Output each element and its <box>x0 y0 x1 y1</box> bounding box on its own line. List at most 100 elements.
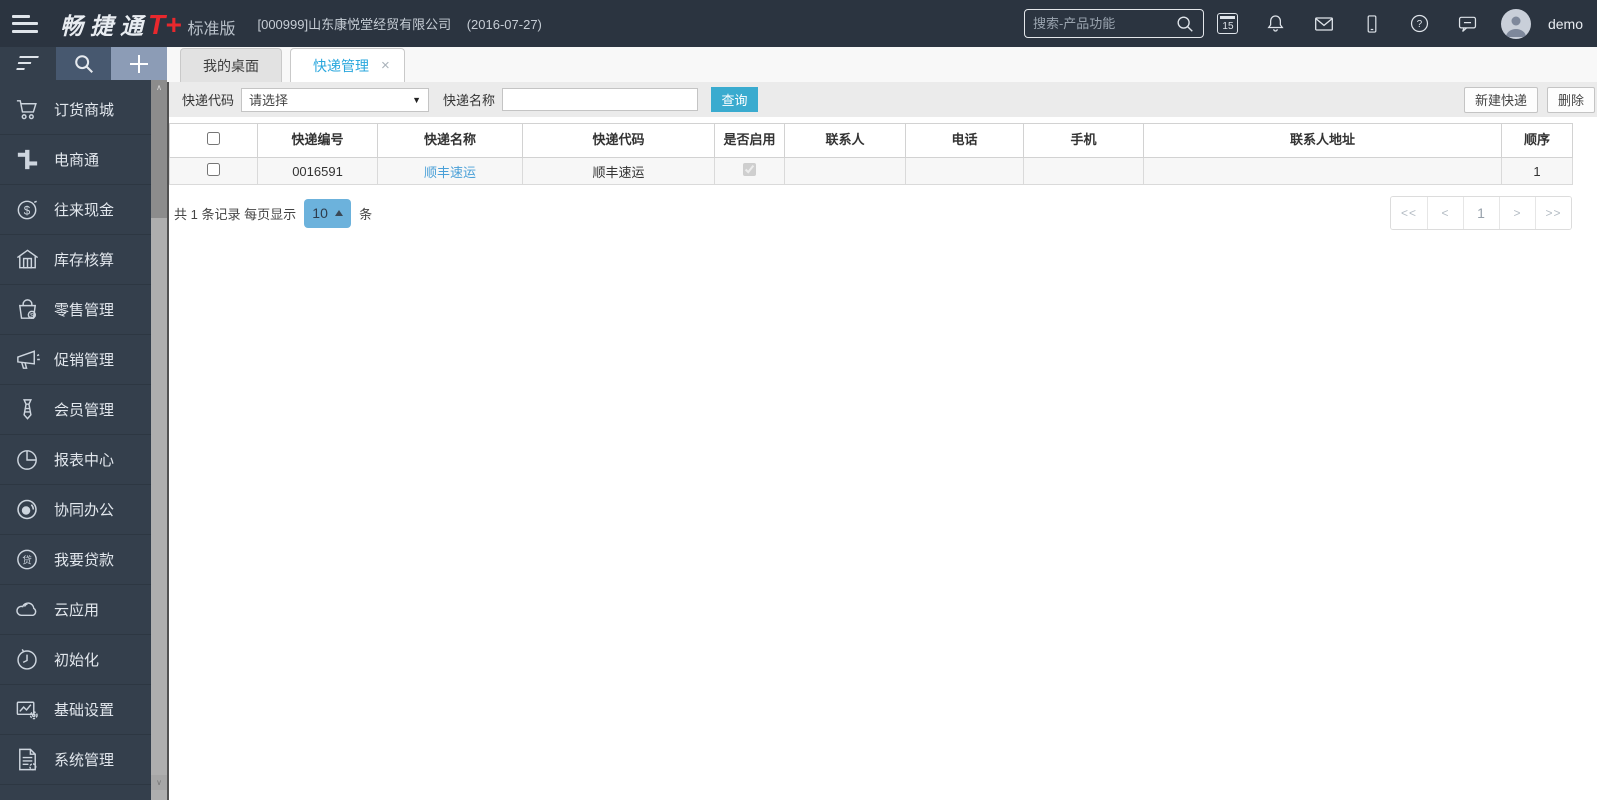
svg-text:$: $ <box>30 312 34 319</box>
sidebar-item-ecommerce[interactable]: 电商通 <box>0 135 151 185</box>
init-icon <box>12 646 42 674</box>
new-express-button[interactable]: 新建快递 <box>1463 86 1538 113</box>
delete-button[interactable]: 删除 <box>1546 86 1595 113</box>
row-select-cell <box>169 157 258 185</box>
page-size-select[interactable]: 10 <box>304 198 352 228</box>
retail-icon: $ <box>12 296 42 324</box>
feedback-icon[interactable] <box>1444 12 1492 35</box>
col-express-code: 快递代码 <box>522 123 715 158</box>
user-avatar[interactable] <box>1492 8 1540 39</box>
sidebar-scrollbar[interactable]: ∧ ∨ <box>151 80 167 800</box>
top-bar: 畅捷通 T+ 标准版 [000999]山东康悦堂经贸有限公司 (2016-07-… <box>0 0 1597 47</box>
top-icon-group: 15 ? <box>1204 8 1540 39</box>
enabled-checkbox <box>743 163 756 176</box>
cash-icon: $ <box>12 196 42 224</box>
search-icon[interactable] <box>1175 14 1195 34</box>
express-table: 快递编号 快递名称 快递代码 是否启用 联系人 电话 手机 联系人地址 顺序 0… <box>169 123 1573 185</box>
next-page-button[interactable]: > <box>1499 197 1535 229</box>
col-phone: 电话 <box>905 123 1024 158</box>
username-label[interactable]: demo <box>1548 16 1583 32</box>
sidebar: 订货商城 电商通 $ 往来现金 库存核算 $ 零售管理 促销管理 会员管理 报表… <box>0 47 168 800</box>
select-all-cell <box>169 123 258 158</box>
cloud-icon <box>12 596 42 624</box>
sidebar-item-collaboration[interactable]: 协同办公 <box>0 485 151 535</box>
sidebar-item-inventory[interactable]: 库存核算 <box>0 235 151 285</box>
sidebar-item-order-mall[interactable]: 订货商城 <box>0 85 151 135</box>
cell-phone <box>905 157 1024 185</box>
calendar-icon[interactable]: 15 <box>1204 13 1252 34</box>
sidebar-item-label: 报表中心 <box>54 452 115 469</box>
promotion-icon <box>12 346 42 374</box>
page-size-value: 10 <box>312 205 328 221</box>
sidebar-item-report[interactable]: 报表中心 <box>0 435 151 485</box>
search-input[interactable] <box>1032 16 1175 31</box>
sidebar-item-member[interactable]: 会员管理 <box>0 385 151 435</box>
scroll-up-icon[interactable]: ∧ <box>151 80 167 95</box>
col-contact: 联系人 <box>784 123 906 158</box>
tab-close-icon[interactable]: × <box>381 58 390 73</box>
sidebar-item-label: 往来现金 <box>54 202 115 219</box>
express-code-select[interactable]: 请选择 ▼ <box>241 87 430 112</box>
sidebar-item-promotion[interactable]: 促销管理 <box>0 335 151 385</box>
svg-text:?: ? <box>1417 19 1423 30</box>
loan-icon: 贷 <box>12 546 42 574</box>
current-page-button[interactable]: 1 <box>1463 197 1499 229</box>
sidebar-item-label: 促销管理 <box>54 352 115 369</box>
cell-contact <box>784 157 906 185</box>
table-header-row: 快递编号 快递名称 快递代码 是否启用 联系人 电话 手机 联系人地址 顺序 <box>169 123 1573 158</box>
notifications-icon[interactable] <box>1252 12 1300 35</box>
sidebar-item-system[interactable]: 系统管理 <box>0 735 151 785</box>
scrollbar-thumb[interactable] <box>151 95 167 218</box>
page-size-unit: 条 <box>359 206 373 222</box>
select-all-checkbox[interactable] <box>207 131 220 145</box>
main-menu-icon[interactable] <box>12 14 38 33</box>
report-icon <box>12 446 42 474</box>
mobile-icon[interactable] <box>1348 13 1396 35</box>
query-button[interactable]: 查询 <box>711 87 759 112</box>
sidebar-collapse-button[interactable] <box>0 47 56 80</box>
sidebar-add-button[interactable] <box>111 47 168 80</box>
brand-name: 畅捷通 <box>60 12 150 39</box>
cell-address <box>1143 157 1502 185</box>
filter-bar: 快递代码 请选择 ▼ 快递名称 查询 新建快递 删除 <box>169 82 1597 117</box>
product-search-box[interactable] <box>1023 9 1204 38</box>
chevron-up-icon <box>334 210 343 216</box>
sidebar-item-cloud[interactable]: 云应用 <box>0 585 151 635</box>
prev-page-button[interactable]: < <box>1427 197 1463 229</box>
brand-logo: 畅捷通 T+ 标准版 <box>60 7 235 41</box>
sidebar-search-button[interactable] <box>55 47 112 80</box>
first-page-button[interactable]: << <box>1391 197 1427 229</box>
tab-express-management[interactable]: 快递管理 × <box>290 48 405 82</box>
cell-enabled <box>714 157 785 185</box>
sidebar-menu: 订货商城 电商通 $ 往来现金 库存核算 $ 零售管理 促销管理 会员管理 报表… <box>0 80 151 800</box>
sidebar-item-retail[interactable]: $ 零售管理 <box>0 285 151 335</box>
express-name-link[interactable]: 顺丰速运 <box>424 165 476 180</box>
sidebar-item-label: 系统管理 <box>54 752 115 769</box>
brand-edition: 标准版 <box>187 20 236 38</box>
last-page-button[interactable]: >> <box>1535 197 1571 229</box>
col-address: 联系人地址 <box>1143 123 1502 158</box>
express-name-input[interactable] <box>502 88 699 111</box>
tab-bar: 我的桌面 快递管理 × <box>167 47 1597 82</box>
calendar-day: 15 <box>1222 21 1234 32</box>
mail-icon[interactable] <box>1300 12 1348 36</box>
member-icon <box>12 396 42 424</box>
app-window: 畅捷通 T+ 标准版 [000999]山东康悦堂经贸有限公司 (2016-07-… <box>0 0 1597 800</box>
sidebar-item-basic-settings[interactable]: 基础设置 <box>0 685 151 735</box>
chevron-down-icon: ▼ <box>412 94 422 105</box>
row-checkbox[interactable] <box>207 163 220 176</box>
help-icon[interactable]: ? <box>1396 12 1444 35</box>
sidebar-item-loan[interactable]: 贷 我要贷款 <box>0 535 151 585</box>
warehouse-icon <box>12 246 42 274</box>
sidebar-item-init[interactable]: 初始化 <box>0 635 151 685</box>
tab-my-desktop[interactable]: 我的桌面 <box>180 48 282 82</box>
tab-label: 快递管理 <box>313 57 369 74</box>
express-name-label: 快递名称 <box>443 93 496 108</box>
cell-express-code: 顺丰速运 <box>522 157 715 185</box>
sidebar-item-label: 我要贷款 <box>54 552 115 569</box>
sidebar-item-cash[interactable]: $ 往来现金 <box>0 185 151 235</box>
scroll-down-icon[interactable]: ∨ <box>151 775 167 790</box>
record-summary: 共 1 条记录 每页显示 <box>174 206 297 222</box>
col-mobile: 手机 <box>1023 123 1144 158</box>
sidebar-item-label: 电商通 <box>54 152 100 169</box>
